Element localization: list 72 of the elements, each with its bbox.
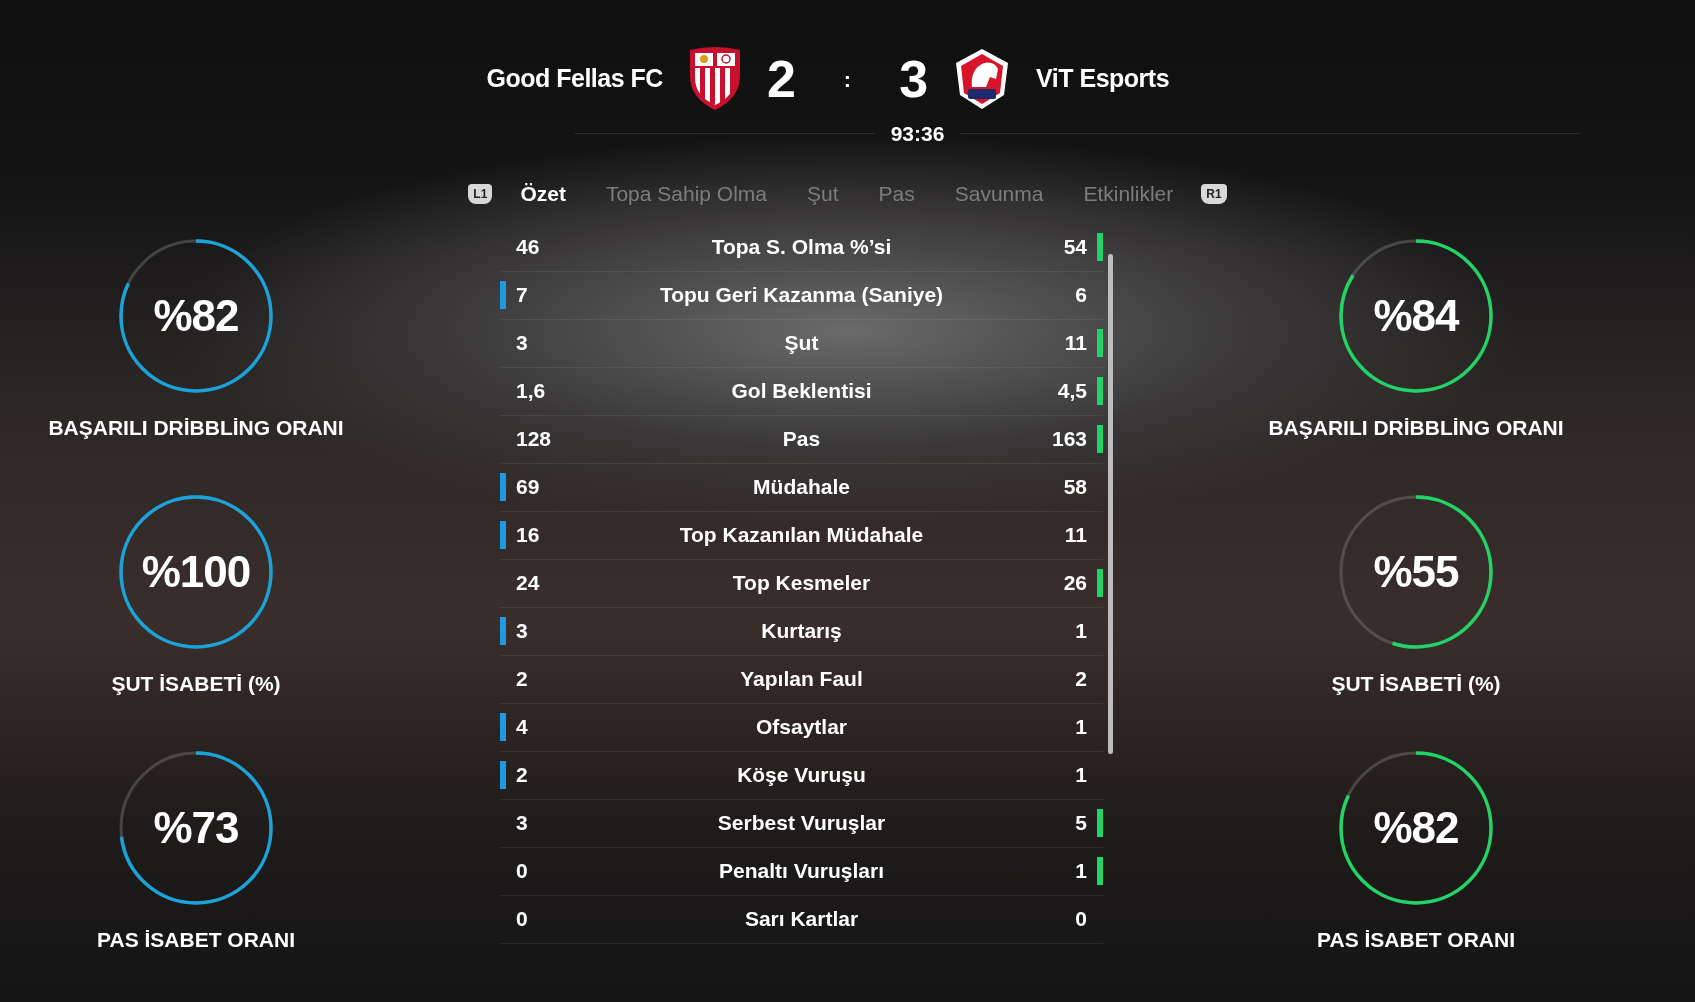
stat-value: 54: [1062, 234, 1087, 261]
tab[interactable]: Şut: [787, 173, 859, 214]
gauge-label: PAS İSABET ORANI: [1317, 926, 1515, 953]
stat-name: Pas: [781, 426, 822, 453]
gauge-value: %82: [1372, 801, 1460, 854]
shoulder-button-hint: R1: [1201, 183, 1227, 204]
stat-value: 3: [516, 810, 529, 837]
gauge-value: %100: [140, 545, 252, 598]
stat-value: 5: [1074, 810, 1087, 837]
stat-value: 3: [516, 330, 529, 357]
stat-name: Top Kesmeler: [731, 570, 872, 597]
tab[interactable]: Etkinlikler: [1063, 173, 1194, 214]
stat-name: Müdahale: [752, 474, 851, 501]
stat-value: 6: [1074, 282, 1087, 309]
stat-value: 4: [516, 714, 529, 741]
gauge-value: %55: [1372, 545, 1460, 598]
tab[interactable]: Topa Sahip Olma: [585, 173, 787, 214]
stat-value: 4,5: [1056, 378, 1087, 405]
stat-value: 3: [516, 618, 529, 645]
stat-value: 16: [516, 522, 541, 549]
team-name: Good Fellas FC: [486, 63, 663, 95]
scrollbar[interactable]: [1108, 253, 1113, 754]
stat-value: 46: [516, 234, 541, 261]
team-name: ViT Esports: [1036, 63, 1170, 95]
stat-name: Ofsaytlar: [754, 714, 848, 741]
stat-name: Topu Geri Kazanma (Saniye): [658, 282, 945, 309]
stat-value: 1: [1074, 714, 1087, 741]
stat-name: Sarı Kartlar: [743, 906, 860, 933]
stat-name: Gol Beklentisi: [730, 378, 873, 405]
stat-value: 26: [1062, 570, 1087, 597]
stat-value: 2: [516, 666, 529, 693]
score: 3: [899, 49, 929, 110]
score-separator: :: [843, 65, 852, 94]
tab[interactable]: Özet: [500, 173, 586, 214]
stat-name: Yapılan Faul: [739, 666, 864, 693]
stat-value: 128: [516, 426, 553, 453]
stat-value: 163: [1050, 426, 1087, 453]
stat-value: 7: [516, 282, 529, 309]
stat-value: 2: [1074, 666, 1087, 693]
stat-name: Penaltı Vuruşları: [718, 858, 885, 885]
gauge-label: PAS İSABET ORANI: [97, 926, 295, 953]
stat-value: 1: [1074, 858, 1087, 885]
gauge-value: %84: [1372, 289, 1461, 342]
gauge-value: %82: [152, 289, 240, 342]
gauge-label: BAŞARILI DRİBBLİNG ORANI: [1268, 414, 1564, 441]
stat-value: 58: [1062, 474, 1087, 501]
match-clock: 93:36: [889, 121, 946, 147]
stat-value: 11: [1063, 330, 1087, 357]
tab[interactable]: Savunma: [934, 173, 1064, 214]
stat-value: 24: [516, 570, 541, 597]
stat-name: Top Kazanılan Müdahale: [678, 522, 925, 549]
stat-value: 0: [1074, 906, 1087, 933]
stat-value: 0: [516, 906, 529, 933]
stat-value: 11: [1063, 522, 1087, 549]
stat-name: Köşe Vuruşu: [736, 762, 867, 789]
stat-value: 1: [1074, 618, 1087, 645]
stat-name: Topa S. Olma %’si: [710, 234, 893, 261]
stat-value: 69: [516, 474, 541, 501]
stat-value: 2: [516, 762, 529, 789]
gauge-value: %73: [152, 801, 240, 854]
gauge-label: ŞUT İSABETİ (%): [1331, 670, 1501, 697]
gauge-label: ŞUT İSABETİ (%): [111, 670, 281, 697]
stat-name: Serbest Vuruşlar: [716, 810, 887, 837]
stat-value: 1: [1074, 762, 1087, 789]
shoulder-button-hint: L1: [468, 183, 493, 204]
score: 2: [766, 49, 796, 110]
stat-name: Kurtarış: [760, 618, 843, 645]
gauge-label: BAŞARILI DRİBBLİNG ORANI: [48, 414, 344, 441]
stat-value: 1,6: [516, 378, 547, 405]
stat-value: 0: [516, 858, 529, 885]
tab[interactable]: Pas: [858, 173, 935, 214]
stat-name: Şut: [783, 330, 820, 357]
